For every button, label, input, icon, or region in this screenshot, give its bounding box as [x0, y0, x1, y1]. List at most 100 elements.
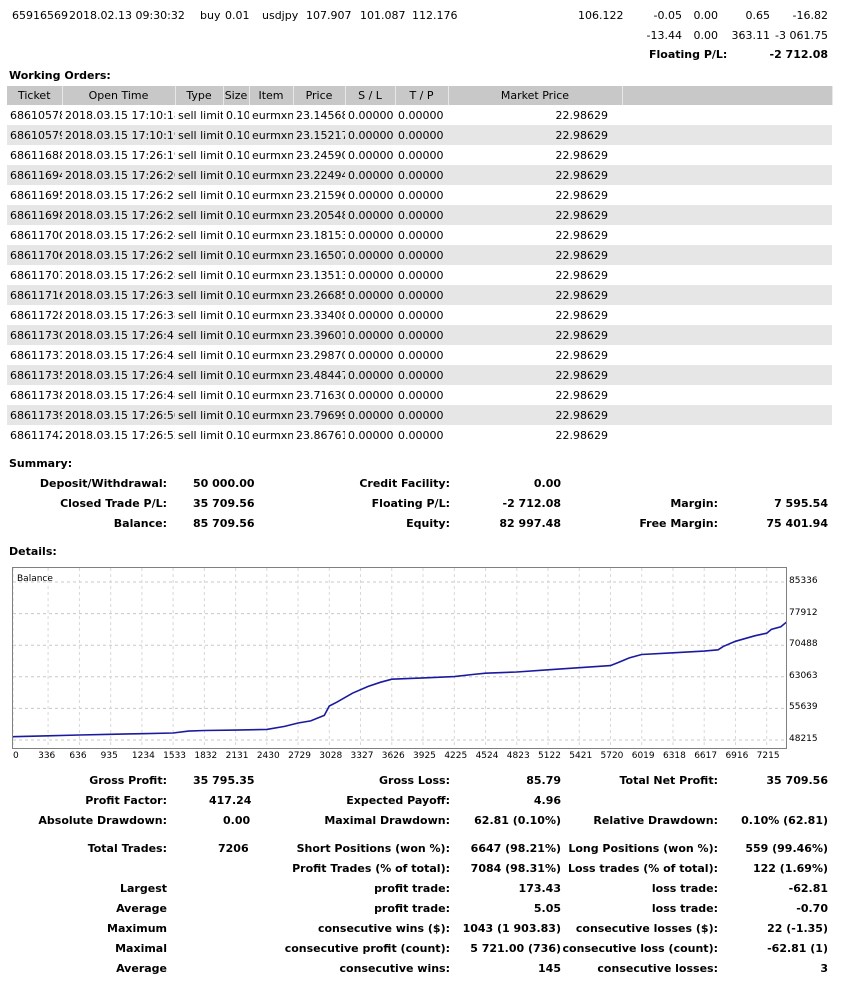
short-positions-value: 6647 (98.21%)	[470, 842, 561, 855]
table-row[interactable]: 68611738 2018.03.15 17:26:48 sell limit 0.1…	[7, 385, 832, 405]
col-size[interactable]: Size	[223, 86, 250, 105]
table-row[interactable]: 68611698 2018.03.15 17:26:23 sell limit 0.1…	[7, 205, 832, 225]
cell-sl: 0.00000	[345, 165, 395, 185]
x-tick-label: 6318	[662, 751, 686, 761]
cell-sl: 0.00000	[345, 205, 395, 225]
free-margin-value: 75 401.94	[766, 517, 828, 530]
cell-tp: 0.00000	[398, 108, 444, 122]
cell-size: 0.10	[226, 228, 249, 242]
cell-sl: 0.00000	[348, 308, 394, 322]
cell-open-time: 2018.03.15 17:26:23	[62, 205, 175, 225]
cell-type: sell limit	[178, 308, 223, 322]
x-tick-label: 5421	[569, 751, 593, 761]
abs-drawdown-label: Absolute Drawdown:	[38, 814, 167, 827]
cell-size: 0.10	[223, 325, 249, 345]
cell-item: eurmxn	[252, 188, 293, 202]
cell-tp: 0.00000	[395, 125, 448, 145]
cell-type: sell limit	[175, 405, 223, 425]
cell-size: 0.10	[226, 308, 249, 322]
profit-factor-label: Profit Factor:	[85, 794, 167, 807]
equity-value: 82 997.48	[499, 517, 561, 530]
cell-sl: 0.00000	[348, 268, 394, 282]
trade-type: buy	[200, 9, 221, 22]
maximal-consec-profit-label: consecutive profit (count):	[284, 942, 450, 955]
cell-sl: 0.00000	[345, 285, 395, 305]
cell-ticket: 68611742	[10, 428, 62, 442]
trade-commission: -0.05	[653, 9, 682, 22]
cell-market-price: 22.98629	[448, 165, 622, 185]
cell-open-time: 2018.03.15 17:10:19	[62, 125, 175, 145]
trade-swap: 0.65	[745, 9, 771, 22]
maximal-label: Maximal	[115, 942, 167, 955]
equity-label: Equity:	[406, 517, 450, 530]
cell-ticket: 68611688	[10, 148, 62, 162]
col-type[interactable]: Type	[175, 86, 224, 105]
table-row[interactable]: 68611695 2018.03.15 17:26:21 sell limit 0.1…	[7, 185, 832, 205]
average-profit-value: 5.05	[533, 902, 561, 915]
col-tp[interactable]: T / P	[395, 86, 449, 105]
table-row[interactable]: 68611688 2018.03.15 17:26:19 sell limit 0.1…	[7, 145, 832, 165]
table-row[interactable]: 68611735 2018.03.15 17:26:45 sell limit 0.1…	[7, 365, 832, 385]
x-tick-label: 3925	[413, 751, 436, 761]
average-consec-label: Average	[116, 962, 167, 975]
table-row[interactable]: 68611728 2018.03.15 17:26:38 sell limit 0.1…	[7, 305, 832, 325]
cell-size: 0.10	[223, 405, 249, 425]
cell-ticket: 68610578	[10, 108, 62, 122]
cell-sl: 0.00000	[345, 365, 395, 385]
table-row[interactable]: 68611742 2018.03.15 17:26:52 sell limit 0.1…	[7, 425, 832, 445]
cell-tp: 0.00000	[395, 245, 448, 265]
cell-sl: 0.00000	[345, 125, 395, 145]
trade-sl: 101.087	[360, 9, 406, 22]
x-tick-label: 3028	[319, 751, 343, 761]
chart-title: Balance	[17, 574, 53, 584]
average-label: Average	[116, 902, 167, 915]
cell-blank	[622, 385, 832, 405]
balance-series-line	[12, 621, 788, 738]
cell-size: 0.10	[223, 285, 249, 305]
balance-chart: Balance	[12, 567, 788, 749]
cell-tp: 0.00000	[395, 165, 448, 185]
table-row[interactable]: 68611716 2018.03.15 17:26:33 sell limit 0.1…	[7, 285, 832, 305]
cell-market-price: 22.98629	[555, 148, 609, 162]
long-positions-value: 559 (99.46%)	[745, 842, 828, 855]
cell-price: 23.79699	[293, 405, 345, 425]
table-row[interactable]: 68611694 2018.03.15 17:26:20 sell limit 0.1…	[7, 165, 832, 185]
cell-item: eurmxn	[252, 148, 293, 162]
cell-blank	[622, 325, 832, 345]
table-row[interactable]: 68611707 2018.03.15 17:26:28 sell limit 0.1…	[7, 265, 832, 285]
table-row[interactable]: 68611700 2018.03.15 17:26:24 sell limit 0.1…	[7, 225, 832, 245]
cell-open-time: 2018.03.15 17:26:45	[62, 365, 175, 385]
cell-price: 23.21596	[296, 188, 345, 202]
cell-item: eurmxn	[252, 428, 293, 442]
x-tick-label: 4225	[444, 751, 468, 761]
col-price[interactable]: Price	[293, 86, 346, 105]
col-sl[interactable]: S / L	[345, 86, 396, 105]
table-row[interactable]: 68610579 2018.03.15 17:10:19 sell limit 0.1…	[7, 125, 832, 145]
col-open-time[interactable]: Open Time	[62, 86, 176, 105]
details-title: Details:	[9, 545, 57, 558]
table-row[interactable]: 68611739 2018.03.15 17:26:50 sell limit 0.1…	[7, 405, 832, 425]
trade-price: 107.907	[306, 9, 352, 22]
table-row[interactable]: 68610578 2018.03.15 17:10:18 sell limit 0.1…	[7, 105, 832, 125]
cell-item: eurmxn	[252, 388, 293, 402]
largest-loss-value: -62.81	[788, 882, 828, 895]
short-positions-label: Short Positions (won %):	[296, 842, 450, 855]
x-tick-label: 6019	[631, 751, 655, 761]
average-loss-label: loss trade:	[651, 902, 718, 915]
largest-profit-label: profit trade:	[374, 882, 450, 895]
cell-type: sell limit	[175, 205, 223, 225]
x-tick-label: 2131	[225, 751, 249, 761]
col-ticket[interactable]: Ticket	[7, 86, 63, 105]
table-row[interactable]: 68611731 2018.03.15 17:26:43 sell limit 0.1…	[7, 345, 832, 365]
max-consec-losses-value: 22 (-1.35)	[767, 922, 828, 935]
table-row[interactable]: 68611706 2018.03.15 17:26:27 sell limit 0.1…	[7, 245, 832, 265]
largest-profit-value: 173.43	[518, 882, 561, 895]
col-item[interactable]: Item	[249, 86, 294, 105]
col-market-price[interactable]: Market Price	[448, 86, 623, 105]
closed-pl-label: Closed Trade P/L:	[60, 497, 167, 510]
cell-price: 23.24590	[296, 148, 345, 162]
y-tick-label: 77912	[789, 607, 818, 618]
cell-type: sell limit	[175, 125, 223, 145]
cell-blank	[622, 205, 832, 225]
table-row[interactable]: 68611730 2018.03.15 17:26:41 sell limit 0.1…	[7, 325, 832, 345]
